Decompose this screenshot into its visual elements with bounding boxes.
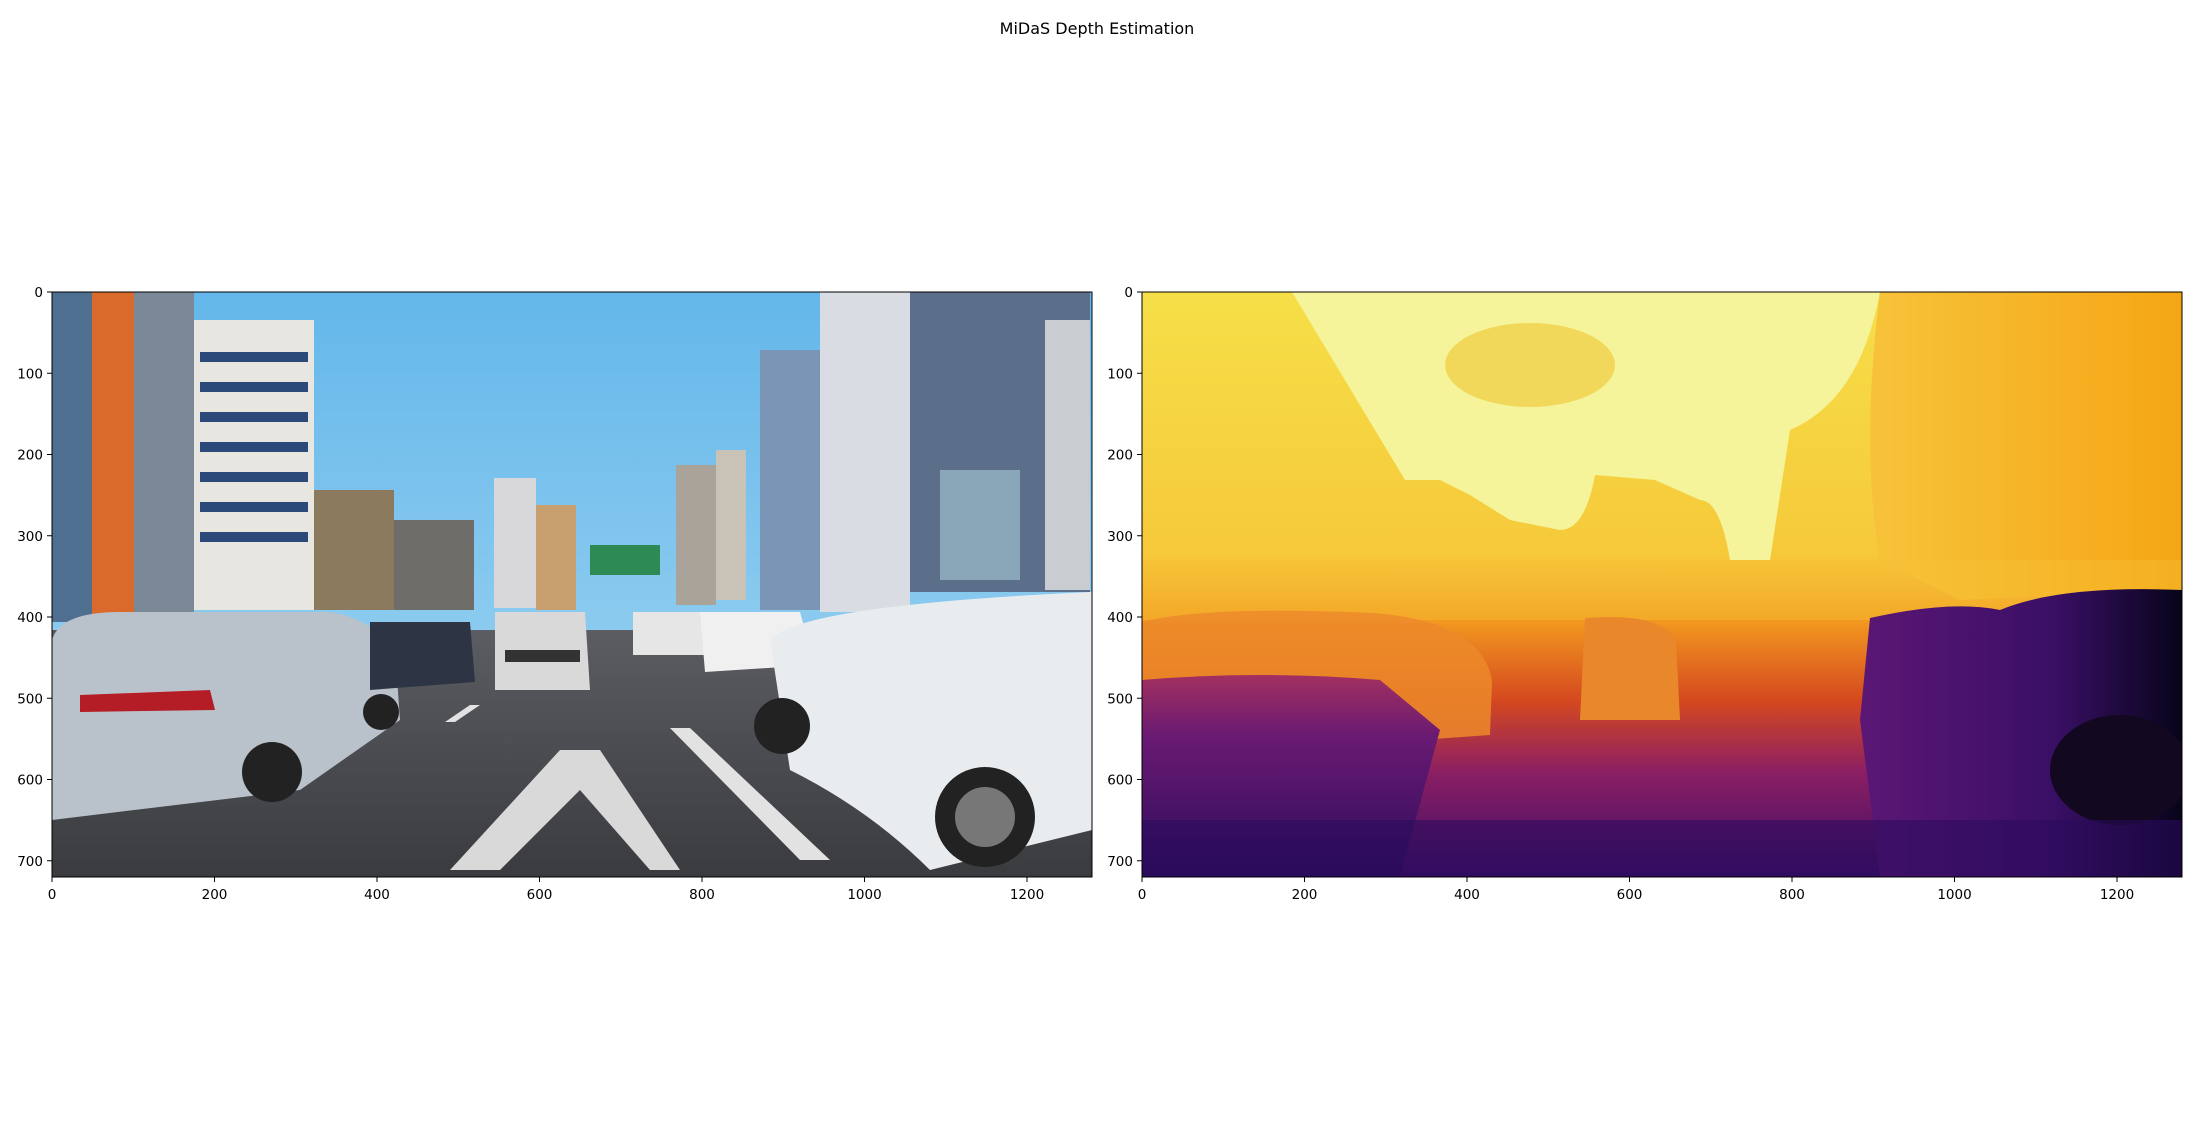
photo-y-tick-label: 100	[17, 366, 43, 382]
depth-y-tick-label: 0	[1124, 285, 1133, 301]
depth-y-tick-label: 600	[1107, 773, 1133, 789]
depth-map-image	[1142, 292, 2182, 877]
depth-x-tick-label: 800	[1779, 887, 1805, 903]
depth-x-tick-label: 600	[1617, 887, 1643, 903]
photo-x-tick-label: 0	[48, 887, 57, 903]
depth-x-tick-label: 200	[1292, 887, 1318, 903]
photo-x-tick-label: 400	[364, 887, 390, 903]
depth-x-tick-label: 400	[1454, 887, 1480, 903]
photo-y-tick-label: 0	[34, 285, 43, 301]
photo-y-tick-label: 400	[17, 610, 43, 626]
depth-y-tick-label: 700	[1107, 854, 1133, 870]
depth-y-tick-label: 200	[1107, 448, 1133, 464]
photo-y-tick-label: 600	[17, 773, 43, 789]
photo-y-tick-label: 500	[17, 691, 43, 707]
depth-y-tick-label: 300	[1107, 529, 1133, 545]
depth-y-tick-label: 100	[1107, 366, 1133, 382]
depth-y-tick-label: 500	[1107, 691, 1133, 707]
figure-canvas: 0 200 400 600 800 1000 12000100200300400500600…	[17, 285, 2183, 903]
photo-x-tick-label: 600	[527, 887, 553, 903]
photo-image	[52, 292, 1092, 877]
photo-y-tick-label: 300	[17, 529, 43, 545]
photo-x-tick-label: 800	[689, 887, 715, 903]
photo-x-tick-label: 1200	[1010, 887, 1044, 903]
photo-y-tick-label: 200	[17, 448, 43, 464]
depth-x-tick-label: 1000	[1937, 887, 1971, 903]
depth-y-tick-label: 400	[1107, 610, 1133, 626]
depth-x-tick-label: 0	[1138, 887, 1147, 903]
photo-x-tick-label: 1000	[847, 887, 881, 903]
photo-y-tick-label: 700	[17, 854, 43, 870]
depth-x-tick-label: 1200	[2100, 887, 2134, 903]
photo-x-tick-label: 200	[202, 887, 228, 903]
